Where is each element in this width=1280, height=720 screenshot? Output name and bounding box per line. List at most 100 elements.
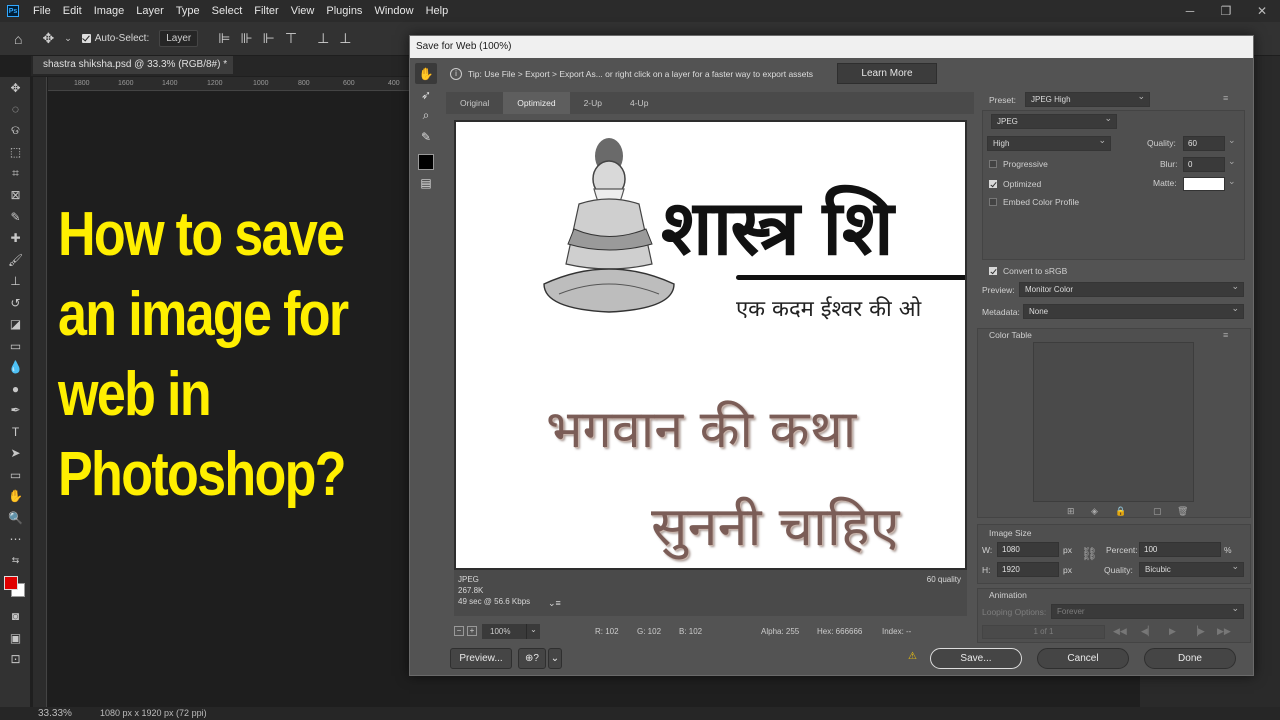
link-chain-icon[interactable]: ⛓ (1081, 546, 1098, 562)
preview-button[interactable]: Preview... (450, 648, 512, 669)
more-tools-icon[interactable]: ⋯ (0, 529, 31, 551)
align-left-icon[interactable]: ⊫ (218, 30, 230, 47)
preview-menu-icon[interactable]: ⌄≡ (548, 598, 561, 609)
blur-tool-icon[interactable]: 💧 (0, 357, 31, 379)
toggle-slices-icon[interactable]: ▤ (415, 172, 437, 193)
type-tool-icon[interactable]: T (0, 421, 31, 443)
gradient-tool-icon[interactable]: ▭ (0, 335, 31, 357)
align-bottom-icon[interactable]: ⊥ (339, 30, 351, 47)
color-swatches[interactable] (0, 572, 31, 606)
menu-layer[interactable]: Layer (130, 5, 170, 17)
auto-select-checkbox[interactable] (81, 34, 91, 43)
object-selection-tool-icon[interactable]: ⬚ (0, 142, 31, 164)
menu-window[interactable]: Window (368, 5, 419, 17)
align-top-icon[interactable]: ⊤ (285, 30, 297, 47)
preview-dropdown[interactable]: Monitor Color (1019, 280, 1244, 297)
tab-original[interactable]: Original (446, 92, 503, 114)
artboard-icon[interactable]: ⊡ (0, 649, 31, 671)
menu-filter[interactable]: Filter (248, 5, 284, 17)
move-tool-icon[interactable]: ✥ (42, 30, 54, 47)
foreground-color-swatch[interactable] (4, 575, 18, 590)
convert-srgb-checkbox[interactable] (989, 267, 997, 275)
menu-image[interactable]: Image (88, 5, 131, 17)
trash-icon[interactable]: 🗑 (1177, 506, 1188, 517)
metadata-dropdown[interactable]: None (1023, 302, 1244, 319)
optimized-checkbox[interactable] (989, 180, 997, 188)
percent-field[interactable]: 100 (1139, 542, 1221, 557)
color-table[interactable] (1033, 342, 1194, 502)
compression-dropdown[interactable]: High (987, 134, 1111, 151)
resample-quality-dropdown[interactable]: Bicubic (1139, 560, 1244, 577)
healing-brush-tool-icon[interactable]: ✚ (0, 228, 31, 250)
learn-more-button[interactable]: Learn More (837, 63, 937, 84)
align-right-icon[interactable]: ⊩ (263, 30, 275, 47)
menu-plugins[interactable]: Plugins (320, 5, 368, 17)
menu-help[interactable]: Help (420, 5, 455, 17)
zoom-tool-icon[interactable]: 🔍 (0, 507, 31, 529)
embed-color-profile-checkbox[interactable] (989, 198, 997, 206)
home-icon[interactable]: ⌂ (14, 31, 22, 47)
document-tab[interactable]: shastra shiksha.psd @ 33.3% (RGB/8#) * × (33, 56, 233, 88)
menu-view[interactable]: View (285, 5, 321, 17)
zoom-in-icon[interactable]: + (467, 626, 477, 636)
width-field[interactable]: 1080 (997, 542, 1059, 557)
menu-file[interactable]: File (27, 5, 57, 17)
format-dropdown[interactable]: JPEG (991, 112, 1117, 129)
hand-tool-icon[interactable]: ✋ (415, 63, 437, 84)
tab-optimized[interactable]: Optimized (503, 92, 570, 114)
brush-tool-icon[interactable]: 🖌 (0, 249, 31, 271)
settings-menu-icon[interactable]: ≡ (1223, 93, 1228, 103)
chevron-down-icon[interactable]: ⌄ (526, 624, 540, 639)
marquee-tool-icon[interactable]: ◌ (0, 99, 31, 121)
height-field[interactable]: 1920 (997, 562, 1059, 577)
new-color-icon[interactable]: ▢ (1153, 506, 1162, 517)
zoom-out-icon[interactable]: − (454, 626, 464, 636)
menu-select[interactable]: Select (206, 5, 249, 17)
chevron-down-icon[interactable]: ⌄ (1228, 176, 1236, 187)
optimized-preview[interactable]: शास्त्र शि एक कदम ईश्वर की ओ भगवान की कथ… (454, 120, 967, 570)
eyedropper-tool-icon[interactable]: ✎ (415, 126, 437, 147)
tab-2-up[interactable]: 2-Up (570, 92, 616, 114)
eyedropper-color-swatch[interactable] (415, 151, 437, 172)
close-window-button[interactable]: ✕ (1244, 0, 1280, 22)
zoom-level[interactable]: 33.33% (38, 708, 72, 719)
maximize-button[interactable]: ❐ (1208, 0, 1244, 22)
eraser-tool-icon[interactable]: ◪ (0, 314, 31, 336)
chevron-down-icon[interactable]: ⌄ (548, 648, 562, 669)
align-center-icon[interactable]: ⊪ (240, 30, 252, 47)
swap-colors-icon[interactable]: ⇆ (0, 550, 31, 572)
web-shift-icon[interactable]: ◈ (1091, 506, 1098, 517)
color-table-menu-icon[interactable]: ≡ (1223, 330, 1228, 340)
rectangle-tool-icon[interactable]: ▭ (0, 464, 31, 486)
align-middle-icon[interactable]: ⊥ (317, 30, 329, 47)
quick-mask-icon[interactable]: ◙ (0, 606, 31, 628)
matte-color-swatch[interactable] (1183, 177, 1225, 191)
dodge-tool-icon[interactable]: ● (0, 378, 31, 400)
menu-type[interactable]: Type (170, 5, 206, 17)
document-info[interactable]: 1080 px x 1920 px (72 ppi) (100, 708, 207, 718)
menu-edit[interactable]: Edit (57, 5, 88, 17)
minimize-button[interactable]: ─ (1172, 0, 1208, 22)
progressive-checkbox[interactable] (989, 160, 997, 168)
eyedropper-tool-icon[interactable]: ✎ (0, 206, 31, 228)
blur-field[interactable]: 0 (1183, 157, 1225, 172)
path-selection-tool-icon[interactable]: ➤ (0, 443, 31, 465)
auto-select-dropdown[interactable]: Layer (159, 30, 199, 47)
pen-tool-icon[interactable]: ✒ (0, 400, 31, 422)
chevron-down-icon[interactable]: ⌄ (64, 33, 72, 44)
tab-4-up[interactable]: 4-Up (616, 92, 662, 114)
history-brush-tool-icon[interactable]: ↺ (0, 292, 31, 314)
slice-select-tool-icon[interactable]: ➶ (415, 84, 437, 105)
move-tool-icon[interactable]: ✥ (0, 77, 31, 99)
screen-mode-icon[interactable]: ▣ (0, 627, 31, 649)
lasso-tool-icon[interactable]: ଡ (0, 120, 31, 142)
map-colors-icon[interactable]: ⊞ (1067, 506, 1075, 517)
chevron-down-icon[interactable]: ⌄ (1228, 156, 1236, 167)
quality-field[interactable]: 60 (1183, 136, 1225, 151)
preset-dropdown[interactable]: JPEG High (1025, 90, 1150, 107)
browser-preview-icon[interactable]: ⊕? (518, 648, 546, 669)
frame-tool-icon[interactable]: ⊠ (0, 185, 31, 207)
chevron-down-icon[interactable]: ⌄ (1228, 135, 1236, 146)
hand-tool-icon[interactable]: ✋ (0, 486, 31, 508)
crop-tool-icon[interactable]: ⌗ (0, 163, 31, 185)
